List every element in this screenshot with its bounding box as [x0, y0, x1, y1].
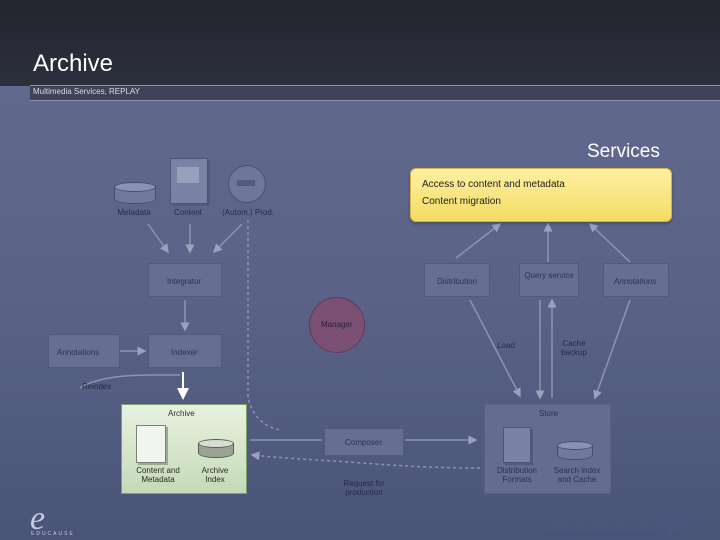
- archive-index-db-icon: [198, 439, 234, 458]
- arrow-metadata-integrator: [147, 223, 169, 254]
- source-content-label: Content: [173, 208, 203, 217]
- footer-brand: Informatikdienste: [547, 520, 656, 535]
- load-label: Load: [497, 341, 515, 350]
- dashed-production-composer: [247, 220, 281, 431]
- query-service-box: Query service: [519, 263, 579, 297]
- dashed-request-archive: [250, 451, 481, 469]
- callout-access-text: Access to content and metadata: [422, 179, 565, 190]
- archive-index-label: Archive Index: [201, 466, 229, 484]
- callout-migration-text: Content migration: [422, 196, 501, 207]
- annotations-right-box: Annotations: [603, 263, 669, 297]
- annotations-left-label: Annotations: [57, 348, 100, 357]
- indexer-box: Indexer: [148, 334, 222, 368]
- composer-box: Composer: [324, 428, 404, 456]
- store-panel: Store Distribution Formats Search index …: [484, 404, 611, 494]
- source-production-label: (Autom.) Prod.: [221, 208, 274, 217]
- manager-node: Manager: [309, 297, 365, 353]
- arrow-annotations-store: [593, 299, 631, 400]
- composer-label: Composer: [345, 438, 382, 447]
- manager-label: Manager: [321, 320, 353, 329]
- content-document-icon: [170, 158, 208, 204]
- distribution-label: Distribution: [437, 277, 478, 286]
- annotations-left-box: Annotations: [48, 334, 120, 368]
- archive-panel: Archive Content and Metadata Archive Ind…: [121, 404, 247, 494]
- integrator-label: Integrator: [167, 277, 202, 286]
- distribution-box: Distribution: [424, 263, 490, 297]
- sun-logo-icon: [651, 506, 690, 536]
- educause-logo-text: EDUCAUSE: [31, 531, 75, 537]
- services-callout: Access to content and metadata Content m…: [410, 168, 672, 222]
- archive-title: Archive: [168, 409, 195, 418]
- store-formats-label: Distribution Formats: [496, 466, 537, 484]
- integrator-box: Integrator: [148, 263, 222, 297]
- cache-backup-label: Cache backup: [561, 339, 587, 357]
- metadata-db-icon: [114, 182, 156, 204]
- arrow-annotations-services: [588, 222, 631, 263]
- source-metadata-label: Metadata: [117, 208, 151, 217]
- store-format-icon: [503, 427, 531, 463]
- archive-content-icon: [136, 425, 166, 463]
- request-label: Request for production: [343, 479, 385, 497]
- indexer-label: Indexer: [171, 348, 198, 357]
- archive-content-metadata-label: Content and Metadata: [136, 466, 180, 484]
- store-title: Store: [539, 409, 559, 418]
- store-search-label: Search index and Cache: [553, 466, 601, 484]
- annotations-right-label: Annotations: [614, 277, 657, 286]
- arrow-distribution-services: [455, 223, 502, 259]
- query-service-label: Query service: [524, 271, 574, 280]
- reindex-label: Reindex: [82, 382, 112, 391]
- production-globe-icon: [228, 165, 266, 203]
- store-index-db-icon: [557, 441, 593, 460]
- arrow-production-integrator: [212, 223, 243, 254]
